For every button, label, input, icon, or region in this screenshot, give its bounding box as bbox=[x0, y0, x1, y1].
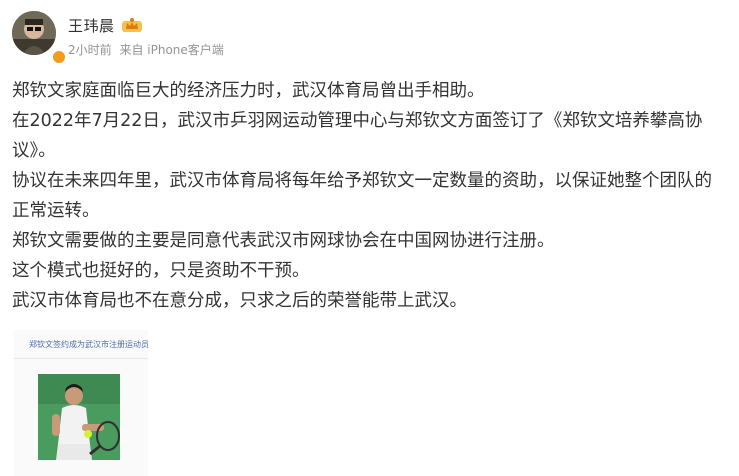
paragraph: 武汉市体育局也不在意分成，只求之后的荣誉能带上武汉。 bbox=[12, 291, 467, 311]
attachment-divider bbox=[14, 358, 148, 359]
tennis-player-photo-icon bbox=[38, 374, 120, 460]
name-row: 王玮晨 bbox=[68, 15, 228, 35]
attachment-title: 郑钦文签约成为武汉市注册运动员 bbox=[29, 340, 149, 349]
paragraph: 在2022年7月22日，武汉市乒羽网运动管理中心与郑钦文方面签订了《郑钦文培养攀… bbox=[12, 111, 703, 161]
post-content: 郑钦文家庭面临巨大的经济压力时，武汉体育局曾出手相助。 在2022年7月22日，… bbox=[12, 76, 727, 316]
attached-image[interactable]: 郑钦文签约成为武汉市注册运动员 bbox=[14, 330, 149, 476]
post-time[interactable]: 2小时前 bbox=[68, 43, 112, 57]
post-source[interactable]: 来自 iPhone客户端 bbox=[119, 43, 223, 57]
paragraph: 这个模式也挺好的，只是资助不干预。 bbox=[12, 261, 310, 281]
verified-badge-icon bbox=[52, 50, 66, 64]
post-header: 王玮晨 2小时前 来自 iPhone客户端 bbox=[12, 11, 228, 64]
author-avatar[interactable] bbox=[12, 11, 56, 55]
post-subline: 2小时前 来自 iPhone客户端 bbox=[68, 41, 228, 58]
avatar-photo-icon bbox=[12, 11, 56, 55]
author-name[interactable]: 王玮晨 bbox=[68, 15, 115, 36]
paragraph: 郑钦文家庭面临巨大的经济压力时，武汉体育局曾出手相助。 bbox=[12, 81, 485, 101]
weibo-post-card: 王玮晨 2小时前 来自 iPhone客户端 郑钦文家庭面临巨大的经济压力时，武汉… bbox=[0, 0, 739, 476]
post-meta: 王玮晨 2小时前 来自 iPhone客户端 bbox=[68, 15, 228, 58]
crown-icon[interactable] bbox=[121, 17, 143, 33]
paragraph: 郑钦文需要做的主要是同意代表武汉市网球协会在中国网协进行注册。 bbox=[12, 231, 555, 251]
paragraph: 协议在未来四年里，武汉市体育局将每年给予郑钦文一定数量的资助，以保证她整个团队的… bbox=[12, 171, 712, 221]
